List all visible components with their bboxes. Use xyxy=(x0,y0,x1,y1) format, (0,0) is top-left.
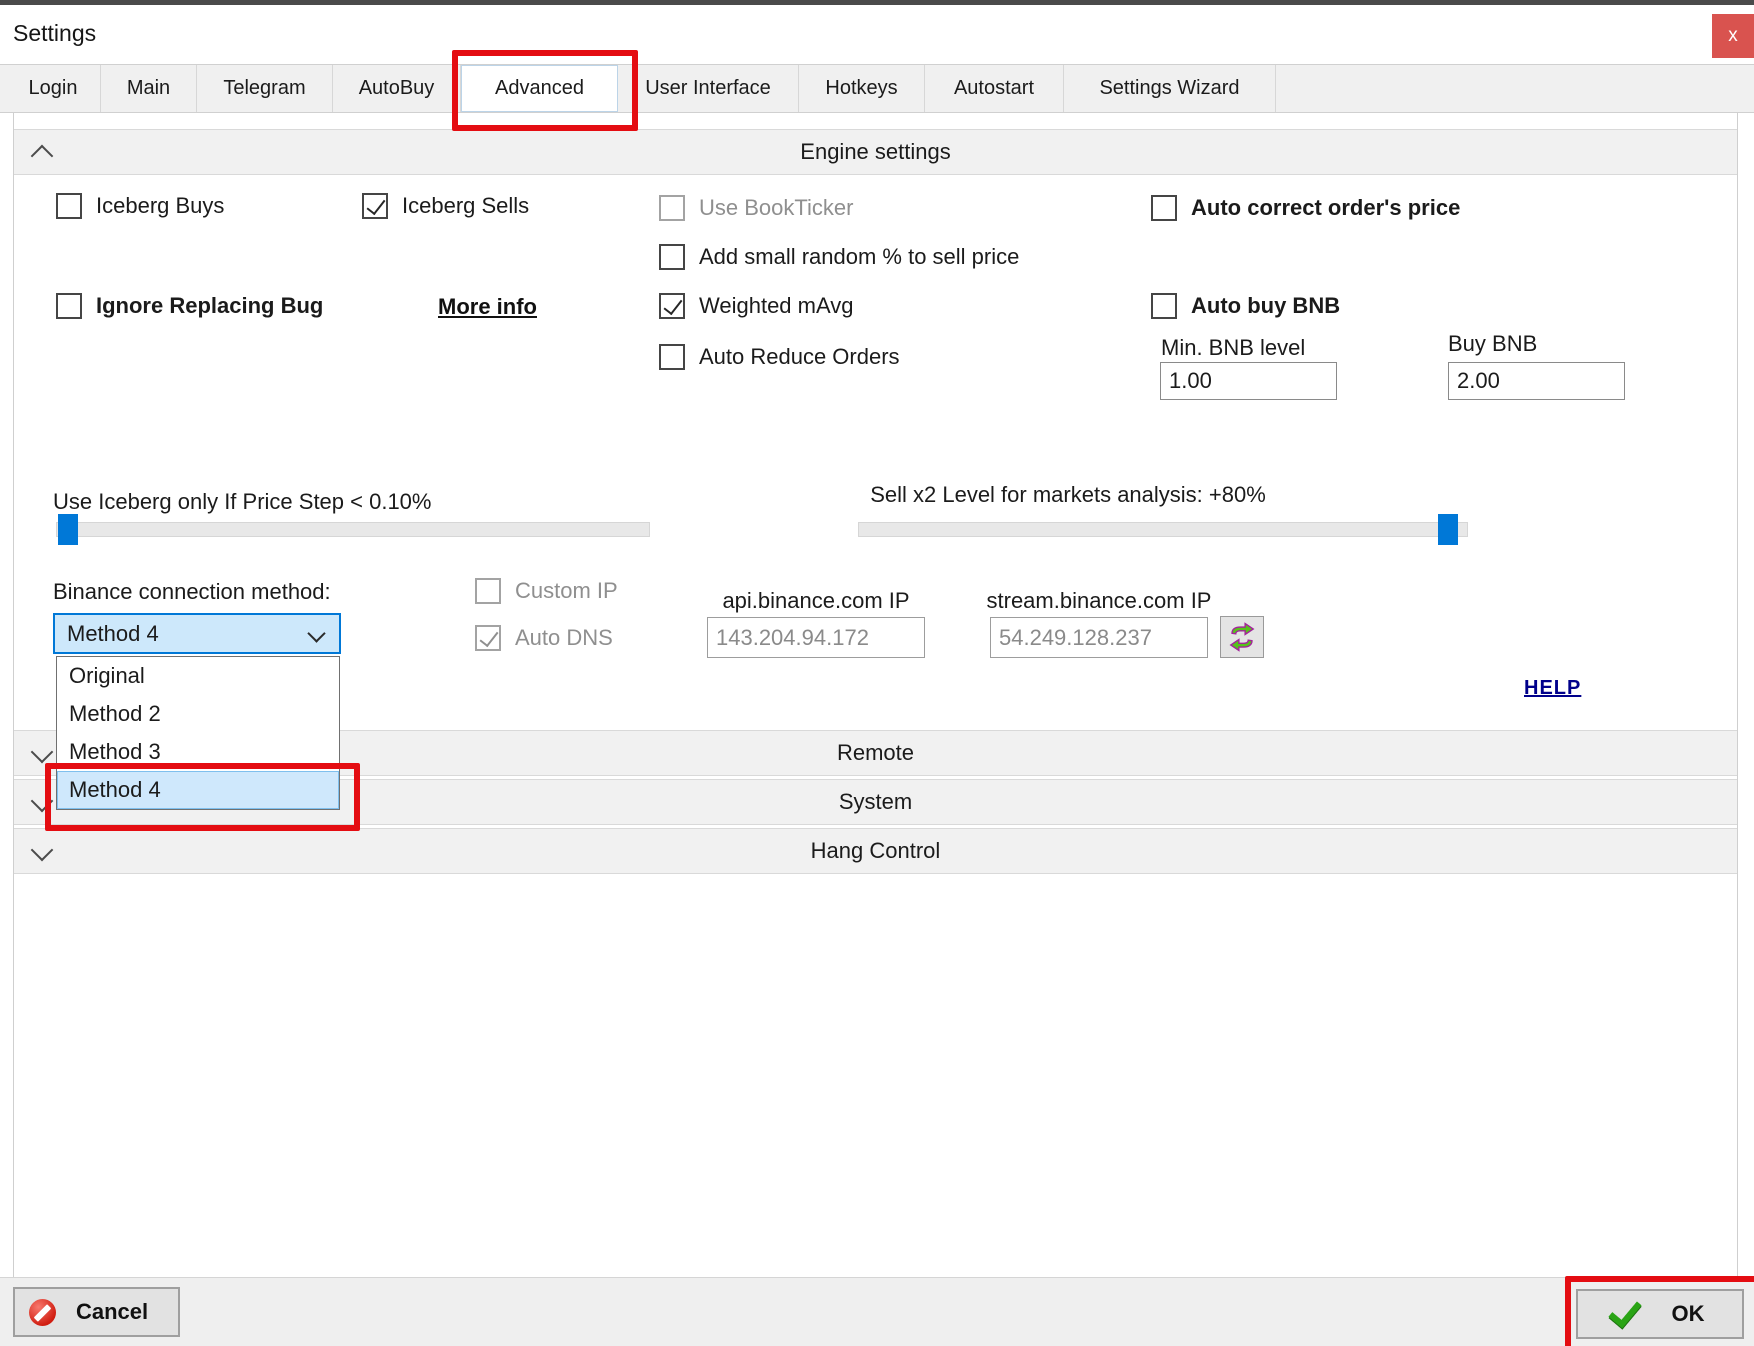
tab-login[interactable]: Login xyxy=(6,65,101,112)
checkbox-row-iceberg-buys[interactable]: Iceberg Buys xyxy=(56,192,224,220)
iceberg-price-step-slider-track[interactable] xyxy=(56,522,650,537)
close-button[interactable]: x xyxy=(1712,14,1754,58)
sell-x2-level-slider-label: Sell x2 Level for markets analysis: +80% xyxy=(858,482,1278,508)
auto-correct-price-label: Auto correct order's price xyxy=(1191,195,1460,221)
section-header-hang-control[interactable]: Hang Control xyxy=(14,828,1737,874)
iceberg-buys-checkbox[interactable] xyxy=(56,193,82,219)
buy-bnb-label: Buy BNB xyxy=(1448,331,1537,357)
option-original[interactable]: Original xyxy=(57,657,339,695)
tab-advanced[interactable]: Advanced xyxy=(461,65,618,112)
help-link[interactable]: HELP xyxy=(1524,677,1581,700)
binance-method-label: Binance connection method: xyxy=(53,579,331,605)
checkbox-row-auto-correct[interactable]: Auto correct order's price xyxy=(1151,194,1460,222)
footer-bar: Cancel OK xyxy=(0,1277,1754,1346)
stream-ip-input[interactable] xyxy=(990,617,1208,658)
ignore-replacing-bug-checkbox[interactable] xyxy=(56,293,82,319)
tab-autostart[interactable]: Autostart xyxy=(925,65,1064,112)
auto-reduce-orders-checkbox[interactable] xyxy=(659,344,685,370)
close-icon: x xyxy=(1728,25,1738,47)
sell-x2-level-slider-thumb[interactable] xyxy=(1438,514,1458,545)
checkbox-row-ignore-replacing[interactable]: Ignore Replacing Bug xyxy=(56,292,323,320)
cancel-button[interactable]: Cancel xyxy=(13,1287,180,1337)
use-bookticker-label: Use BookTicker xyxy=(699,195,853,221)
tab-main[interactable]: Main xyxy=(101,65,197,112)
weighted-mavg-checkbox[interactable] xyxy=(659,293,685,319)
checkbox-row-auto-dns: Auto DNS xyxy=(475,624,613,652)
stream-ip-label: stream.binance.com IP xyxy=(984,588,1214,614)
tab-telegram[interactable]: Telegram xyxy=(197,65,333,112)
auto-dns-label: Auto DNS xyxy=(515,625,613,651)
sell-x2-level-slider-track[interactable] xyxy=(858,522,1468,537)
weighted-mavg-label: Weighted mAvg xyxy=(699,293,854,319)
section-header-engine-settings[interactable]: Engine settings xyxy=(14,129,1737,175)
api-ip-label: api.binance.com IP xyxy=(707,588,925,614)
hang-control-section-label: Hang Control xyxy=(14,829,1737,873)
tab-user-interface[interactable]: User Interface xyxy=(618,65,799,112)
ok-button[interactable]: OK xyxy=(1576,1289,1744,1339)
checkbox-row-weighted-mavg[interactable]: Weighted mAvg xyxy=(659,292,854,320)
ok-button-label: OK xyxy=(1672,1301,1705,1327)
iceberg-buys-label: Iceberg Buys xyxy=(96,193,224,219)
chevron-down-icon xyxy=(307,624,325,642)
auto-buy-bnb-checkbox[interactable] xyxy=(1151,293,1177,319)
iceberg-sells-checkbox[interactable] xyxy=(362,193,388,219)
checkbox-row-use-bookticker: Use BookTicker xyxy=(659,194,853,222)
min-bnb-level-input[interactable] xyxy=(1160,362,1337,400)
tab-settings-wizard[interactable]: Settings Wizard xyxy=(1064,65,1276,112)
custom-ip-checkbox xyxy=(475,578,501,604)
binance-method-selected-value: Method 4 xyxy=(55,621,159,647)
engine-settings-title: Engine settings xyxy=(14,130,1737,174)
title-bar: Settings x xyxy=(0,5,1754,64)
checkbox-row-add-random[interactable]: Add small random % to sell price xyxy=(659,243,1019,271)
auto-dns-checkbox xyxy=(475,625,501,651)
auto-buy-bnb-label: Auto buy BNB xyxy=(1191,293,1340,319)
binance-method-dropdown[interactable]: Method 4 xyxy=(53,613,341,654)
api-ip-input[interactable] xyxy=(707,617,925,658)
checkbox-row-custom-ip: Custom IP xyxy=(475,577,618,605)
add-random-percent-label: Add small random % to sell price xyxy=(699,244,1019,270)
checkbox-row-iceberg-sells[interactable]: Iceberg Sells xyxy=(362,192,529,220)
ignore-replacing-bug-label: Ignore Replacing Bug xyxy=(96,293,323,319)
checkbox-row-auto-buy-bnb[interactable]: Auto buy BNB xyxy=(1151,292,1340,320)
option-method-2[interactable]: Method 2 xyxy=(57,695,339,733)
min-bnb-level-label: Min. BNB level xyxy=(1161,335,1305,361)
option-method-3[interactable]: Method 3 xyxy=(57,733,339,771)
auto-reduce-orders-label: Auto Reduce Orders xyxy=(699,344,900,370)
use-bookticker-checkbox xyxy=(659,195,685,221)
settings-dialog: Demo Mode Settings x Login Main Telegram… xyxy=(0,0,1754,1346)
iceberg-sells-label: Iceberg Sells xyxy=(402,193,529,219)
dialog-title: Settings xyxy=(13,20,96,47)
refresh-ip-icon xyxy=(1227,622,1257,652)
custom-ip-label: Custom IP xyxy=(515,578,618,604)
tab-autobuy[interactable]: AutoBuy xyxy=(333,65,461,112)
checkbox-row-auto-reduce[interactable]: Auto Reduce Orders xyxy=(659,343,900,371)
cancel-icon xyxy=(29,1299,56,1326)
binance-method-option-list: Original Method 2 Method 3 Method 4 xyxy=(56,656,340,810)
add-random-percent-checkbox[interactable] xyxy=(659,244,685,270)
iceberg-price-step-slider-thumb[interactable] xyxy=(58,514,78,545)
more-info-link[interactable]: More info xyxy=(438,294,537,320)
iceberg-price-step-slider-label: Use Iceberg only If Price Step < 0.10% xyxy=(53,489,431,515)
cancel-button-label: Cancel xyxy=(76,1299,148,1325)
auto-correct-price-checkbox[interactable] xyxy=(1151,195,1177,221)
ok-check-icon xyxy=(1608,1294,1641,1329)
option-method-4[interactable]: Method 4 xyxy=(57,771,339,809)
tab-bar: Login Main Telegram AutoBuy Advanced Use… xyxy=(0,64,1754,113)
refresh-ip-button[interactable] xyxy=(1220,616,1264,658)
buy-bnb-input[interactable] xyxy=(1448,362,1625,400)
tab-hotkeys[interactable]: Hotkeys xyxy=(799,65,925,112)
